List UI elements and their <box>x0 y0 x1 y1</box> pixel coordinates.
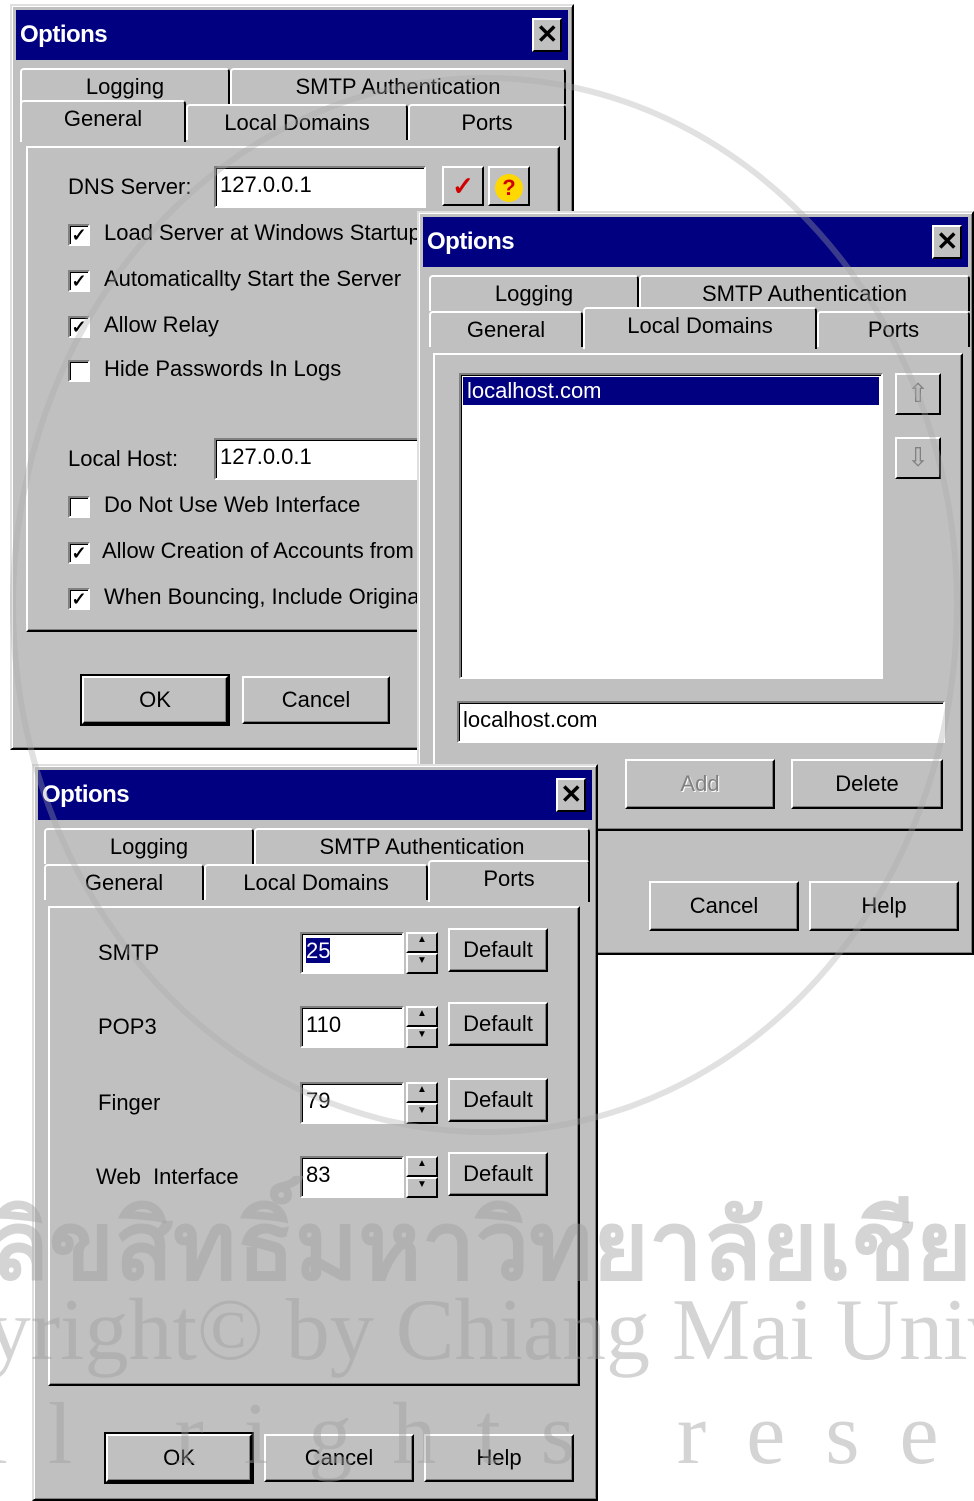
ports-panel <box>48 906 580 1386</box>
title-bar[interactable]: Options ✕ <box>38 770 592 820</box>
spin-up-icon[interactable]: ▲ <box>406 1156 438 1177</box>
delete-button[interactable]: Delete <box>791 759 943 809</box>
label-bouncing: When Bouncing, Include Original <box>104 584 425 609</box>
domain-list[interactable]: localhost.com <box>459 373 883 679</box>
spin-up-icon[interactable]: ▲ <box>406 1006 438 1027</box>
checkbox-no-web-interface[interactable] <box>68 496 90 518</box>
label-allow-relay: Allow Relay <box>104 312 219 337</box>
window-title: Options <box>427 228 515 255</box>
window-title: Options <box>20 21 108 48</box>
checkbox-load-server[interactable]: ✓ <box>68 224 90 246</box>
spin-up-icon[interactable]: ▲ <box>406 1082 438 1103</box>
label-hide-passwords: Hide Passwords In Logs <box>104 356 342 381</box>
close-button[interactable]: ✕ <box>932 225 962 259</box>
smtp-port-label: SMTP <box>98 940 160 965</box>
spin-up-icon[interactable]: ▲ <box>406 932 438 953</box>
smtp-port-input[interactable]: 25 <box>300 932 404 974</box>
label-no-web-interface: Do Not Use Web Interface <box>104 492 361 517</box>
checkbox-allow-accounts[interactable]: ✓ <box>68 542 90 564</box>
check-icon[interactable]: ✓ <box>442 166 484 206</box>
spin-down-icon[interactable]: ▼ <box>406 1177 438 1198</box>
tab-row-upper: Logging SMTP Authentication <box>40 828 592 864</box>
cancel-button[interactable]: Cancel <box>242 676 390 724</box>
tab-general[interactable]: General <box>44 864 204 900</box>
tab-row-lower: General Local Domains Ports <box>40 860 592 902</box>
smtp-default-button[interactable]: Default <box>448 928 548 972</box>
tab-smtp-authentication[interactable]: SMTP Authentication <box>639 275 970 311</box>
spin-down-icon[interactable]: ▼ <box>406 1103 438 1124</box>
tab-logging[interactable]: Logging <box>44 828 254 864</box>
tab-local-domains[interactable]: Local Domains <box>583 307 817 349</box>
dns-server-input[interactable]: 127.0.0.1 <box>214 166 426 208</box>
checkbox-allow-relay[interactable]: ✓ <box>68 316 90 338</box>
web-interface-port-spinner[interactable]: ▲ ▼ <box>406 1156 438 1198</box>
close-button[interactable]: ✕ <box>532 18 562 52</box>
tab-local-domains[interactable]: Local Domains <box>186 104 408 140</box>
title-bar[interactable]: Options ✕ <box>423 217 968 267</box>
pop3-port-input[interactable]: 110 <box>300 1006 404 1048</box>
tab-local-domains[interactable]: Local Domains <box>204 864 428 900</box>
label-allow-accounts: Allow Creation of Accounts from V <box>102 538 435 563</box>
cancel-button[interactable]: Cancel <box>264 1434 414 1482</box>
tab-row-upper: Logging SMTP Authentication <box>425 275 970 311</box>
label-auto-start: Automaticallty Start the Server <box>104 266 402 291</box>
finger-port-spinner[interactable]: ▲ ▼ <box>406 1082 438 1124</box>
ok-button[interactable]: OK <box>104 1432 254 1484</box>
tab-ports[interactable]: Ports <box>817 311 970 347</box>
tab-ports[interactable]: Ports <box>408 104 566 140</box>
close-button[interactable]: ✕ <box>556 778 586 812</box>
tab-logging[interactable]: Logging <box>429 275 639 311</box>
local-host-input[interactable]: 127.0.0.1 <box>214 438 426 480</box>
tab-logging[interactable]: Logging <box>20 68 230 104</box>
label-load-server: Load Server at Windows Startup <box>104 220 421 245</box>
checkbox-bouncing[interactable]: ✓ <box>68 588 90 610</box>
title-bar[interactable]: Options ✕ <box>16 10 568 60</box>
pop3-default-button[interactable]: Default <box>448 1002 548 1046</box>
finger-default-button[interactable]: Default <box>448 1078 548 1122</box>
spin-down-icon[interactable]: ▼ <box>406 1027 438 1048</box>
web-interface-port-input[interactable]: 83 <box>300 1156 404 1198</box>
spin-down-icon[interactable]: ▼ <box>406 953 438 974</box>
checkbox-auto-start[interactable]: ✓ <box>68 270 90 292</box>
tab-smtp-authentication[interactable]: SMTP Authentication <box>254 828 590 864</box>
help-button[interactable]: Help <box>809 881 959 931</box>
move-up-icon[interactable]: ⇧ <box>895 373 941 415</box>
ok-button[interactable]: OK <box>80 674 230 726</box>
dns-server-label: DNS Server: <box>68 174 192 199</box>
local-host-label: Local Host: <box>68 446 179 471</box>
web-interface-default-button[interactable]: Default <box>448 1152 548 1196</box>
options-dialog-ports: Options ✕ Logging SMTP Authentication Ge… <box>32 764 598 1501</box>
window-title: Options <box>42 781 130 808</box>
smtp-port-spinner[interactable]: ▲ ▼ <box>406 932 438 974</box>
pop3-port-label: POP3 <box>98 1014 157 1039</box>
help-button[interactable]: Help <box>424 1434 574 1482</box>
tab-ports[interactable]: Ports <box>428 860 590 902</box>
finger-port-label: Finger <box>98 1090 161 1115</box>
pop3-port-spinner[interactable]: ▲ ▼ <box>406 1006 438 1048</box>
move-down-icon[interactable]: ⇩ <box>895 437 941 479</box>
tab-general[interactable]: General <box>429 311 583 347</box>
tab-row-lower: General Local Domains Ports <box>18 100 568 142</box>
tab-general[interactable]: General <box>20 100 186 142</box>
tab-smtp-authentication[interactable]: SMTP Authentication <box>230 68 566 104</box>
help-icon[interactable]: ? <box>488 166 530 206</box>
finger-port-input[interactable]: 79 <box>300 1082 404 1124</box>
domain-input[interactable]: localhost.com <box>457 701 945 743</box>
web-interface-port-label: Web Interface <box>96 1164 239 1189</box>
list-item[interactable]: localhost.com <box>463 377 879 405</box>
add-button[interactable]: Add <box>625 759 775 809</box>
tab-row-lower: General Local Domains Ports <box>425 307 970 349</box>
checkbox-hide-passwords[interactable] <box>68 360 90 382</box>
tab-row-upper: Logging SMTP Authentication <box>18 68 568 104</box>
cancel-button[interactable]: Cancel <box>649 881 799 931</box>
